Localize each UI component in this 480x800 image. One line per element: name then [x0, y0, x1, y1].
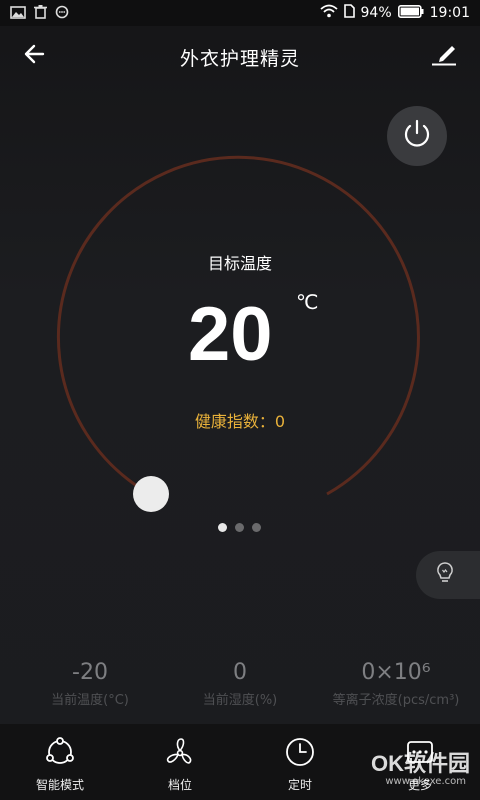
- light-button[interactable]: [416, 551, 480, 599]
- nav-timer[interactable]: 定时: [240, 736, 360, 793]
- nav-smart-mode[interactable]: 智能模式: [0, 736, 120, 793]
- temperature-slider-knob: [133, 476, 169, 512]
- nav-label: 档位: [167, 778, 192, 792]
- sensor-stats: -20 当前温度(°C) 0 当前湿度(%) 0×10⁶ 等离子浓度(pcs/c…: [0, 660, 480, 710]
- nav-label: 智能模式: [35, 778, 84, 792]
- watermark-logo: OK软件园: [370, 751, 470, 776]
- page-dot-3[interactable]: [252, 523, 261, 532]
- page-indicator: [218, 523, 261, 532]
- stat-label: 等离子浓度(pcs/cm³): [332, 693, 460, 708]
- target-temperature-unit: ℃: [296, 290, 319, 314]
- page-dot-1[interactable]: [218, 523, 227, 532]
- clock-icon: [283, 738, 317, 772]
- page-dot-2[interactable]: [235, 523, 244, 532]
- nav-gear-level[interactable]: 档位: [120, 736, 240, 793]
- stat-current-humidity: 0 当前湿度(%): [160, 660, 320, 708]
- stat-value: 0×10⁶: [361, 660, 431, 685]
- app-screen: 94% 19:01 外衣护理精灵 目标温度 20 ℃ 健康指数：0 -20 当前…: [0, 0, 480, 800]
- stat-current-temperature: -20 当前温度(°C): [10, 660, 170, 708]
- fan-icon: [163, 738, 197, 772]
- watermark-url: www.okexe.com: [385, 776, 466, 787]
- stat-plasma-concentration: 0×10⁶ 等离子浓度(pcs/cm³): [312, 660, 480, 708]
- stat-value: 0: [233, 660, 247, 685]
- target-temperature-label: 目标温度: [207, 254, 272, 273]
- stat-label: 当前温度(°C): [51, 693, 129, 708]
- stat-label: 当前湿度(%): [202, 693, 278, 708]
- target-temperature-value: 20: [188, 292, 273, 377]
- nav-label: 定时: [287, 778, 312, 792]
- health-index: 健康指数：0: [194, 412, 286, 431]
- lightbulb-icon: [436, 561, 454, 589]
- stat-value: -20: [72, 660, 108, 685]
- smart-mode-icon: [42, 737, 78, 772]
